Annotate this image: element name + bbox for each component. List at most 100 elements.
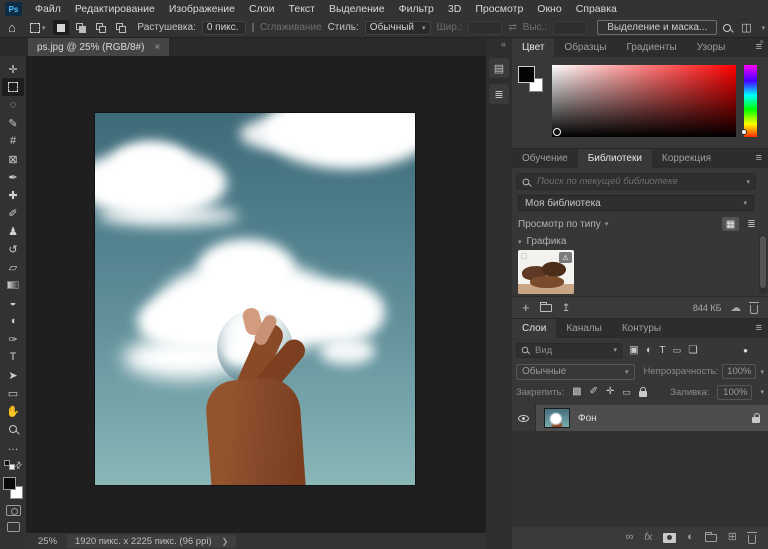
menu-file[interactable]: Файл <box>28 0 68 18</box>
layer-name[interactable]: Фон <box>578 413 597 424</box>
panel-menu-icon[interactable]: ≡ <box>756 42 762 53</box>
foreground-color-swatch[interactable] <box>518 66 535 83</box>
dodge-tool[interactable]: ◖ <box>2 312 24 330</box>
chevron-down-icon[interactable]: ▾ <box>746 178 750 186</box>
edit-toolbar-button[interactable]: … <box>2 438 24 456</box>
panel-menu-icon[interactable]: ≡ <box>756 153 762 164</box>
add-asset-icon[interactable]: + <box>522 300 530 315</box>
chevron-right-icon[interactable]: ❯ <box>222 537 229 546</box>
layer-filter-input[interactable] <box>533 344 609 357</box>
add-selection-icon[interactable] <box>73 20 89 35</box>
type-tool[interactable]: T <box>2 348 24 366</box>
swap-dimensions-icon[interactable]: ⇄ <box>508 22 516 33</box>
blend-mode-dropdown[interactable]: Обычные ▾ <box>516 364 635 380</box>
home-icon[interactable]: ⌂ <box>8 20 16 35</box>
blur-tool[interactable]: ◒ <box>2 294 24 312</box>
close-icon[interactable]: × <box>154 42 160 53</box>
foreground-background-swatches[interactable] <box>2 477 24 499</box>
history-panel-icon[interactable]: ▤ <box>489 58 509 78</box>
graphics-section-header[interactable]: ▾ Графика <box>518 236 566 247</box>
layer-filter-type[interactable]: ▾ <box>516 343 622 358</box>
saturation-field[interactable] <box>552 65 736 137</box>
quick-mask-button[interactable] <box>6 505 21 516</box>
new-group-icon[interactable] <box>705 534 717 542</box>
search-icon[interactable] <box>723 24 731 32</box>
menu-view[interactable]: Просмотр <box>468 0 530 18</box>
lock-all-icon[interactable] <box>639 391 647 397</box>
tab-learn[interactable]: Обучение <box>512 149 578 168</box>
layer-thumbnail[interactable] <box>544 408 570 428</box>
select-and-mask-button[interactable]: Выделение и маска... <box>597 20 717 35</box>
tab-layers[interactable]: Слои <box>512 319 556 338</box>
lasso-tool[interactable]: ◌ <box>2 96 24 114</box>
filter-adjustment-layers-icon[interactable]: ◐ <box>646 345 652 356</box>
rectangular-marquee-tool[interactable] <box>2 78 24 96</box>
lock-transparency-icon[interactable]: ▩ <box>572 387 581 397</box>
chevron-down-icon[interactable]: ▾ <box>760 368 764 376</box>
adjustment-layer-icon[interactable]: ◐ <box>687 532 694 543</box>
clone-stamp-tool[interactable]: ♟ <box>2 222 24 240</box>
view-by-label[interactable]: Просмотр по типу <box>518 219 601 230</box>
fill-input[interactable]: 100% <box>717 385 752 400</box>
feather-input[interactable]: 0 пикс. <box>202 21 246 35</box>
hue-slider-handle[interactable] <box>741 129 747 135</box>
tab-color[interactable]: Цвет <box>512 38 554 57</box>
antialias-checkbox[interactable] <box>252 23 254 32</box>
filter-pixel-layers-icon[interactable]: ▣ <box>629 345 639 356</box>
active-tool-preset[interactable]: ▾ <box>30 23 46 33</box>
visibility-toggle[interactable] <box>512 405 536 431</box>
grid-view-icon[interactable]: ▦ <box>722 217 739 231</box>
path-select-tool[interactable]: ➤ <box>2 366 24 384</box>
color-picker-handle[interactable] <box>553 128 561 136</box>
menu-select[interactable]: Выделение <box>322 0 392 18</box>
tab-gradients[interactable]: Градиенты <box>616 38 686 57</box>
tab-paths[interactable]: Контуры <box>612 319 671 338</box>
crop-tool[interactable]: # <box>2 132 24 150</box>
zoom-tool[interactable] <box>2 420 24 438</box>
library-search-field[interactable]: ▾ <box>516 173 756 190</box>
tab-libraries[interactable]: Библиотеки <box>578 149 652 168</box>
workspace-icon[interactable]: ◫ <box>741 21 751 34</box>
chevron-down-icon[interactable]: ▾ <box>605 220 609 228</box>
style-dropdown[interactable]: Обычный ▾ <box>365 21 431 35</box>
menu-edit[interactable]: Редактирование <box>68 0 162 18</box>
eyedropper-tool[interactable]: ✒ <box>2 168 24 186</box>
subtract-selection-icon[interactable] <box>93 20 109 35</box>
screen-mode-button[interactable] <box>7 522 20 532</box>
layer-locked-icon[interactable] <box>752 417 760 423</box>
quick-selection-tool[interactable]: ✎ <box>2 114 24 132</box>
menu-type[interactable]: Текст <box>282 0 322 18</box>
menu-help[interactable]: Справка <box>569 0 624 18</box>
eraser-tool[interactable]: ▱ <box>2 258 24 276</box>
filter-shape-layers-icon[interactable]: ▭ <box>673 346 682 355</box>
menu-image[interactable]: Изображение <box>162 0 242 18</box>
properties-panel-icon[interactable]: ≣ <box>489 84 509 104</box>
default-and-swap-colors[interactable]: ⇄ <box>2 456 24 474</box>
tab-swatches[interactable]: Образцы <box>554 38 616 57</box>
zoom-level[interactable]: 25% <box>38 536 57 547</box>
library-search-input[interactable] <box>535 175 741 188</box>
foreground-color-swatch[interactable] <box>3 477 16 490</box>
frame-tool[interactable]: ⊠ <box>2 150 24 168</box>
history-brush-tool[interactable]: ↺ <box>2 240 24 258</box>
width-input[interactable] <box>468 21 502 35</box>
layer-style-icon[interactable]: fx <box>644 532 652 543</box>
menu-filter[interactable]: Фильтр <box>392 0 441 18</box>
new-group-folder-icon[interactable] <box>540 304 552 312</box>
menu-layers[interactable]: Слои <box>242 0 282 18</box>
document-info[interactable]: 1920 пикс. x 2225 пикс. (96 ppi) ❯ <box>67 535 236 548</box>
layer-row[interactable]: Фон <box>512 405 768 431</box>
trash-icon[interactable] <box>750 305 758 314</box>
move-tool[interactable]: ✛ <box>2 60 24 78</box>
pen-tool[interactable]: ✑ <box>2 330 24 348</box>
healing-brush-tool[interactable]: ✚ <box>2 186 24 204</box>
lock-pixels-icon[interactable]: ✐ <box>590 387 598 397</box>
upload-icon[interactable]: ↥ <box>562 302 571 314</box>
shape-tool[interactable]: ▭ <box>2 384 24 402</box>
link-layers-icon[interactable]: ∞ <box>626 532 634 543</box>
library-select[interactable]: Моя библиотека ▾ <box>518 195 754 211</box>
hue-slider[interactable] <box>744 65 757 137</box>
intersect-selection-icon[interactable] <box>113 20 129 35</box>
opacity-input[interactable]: 100% <box>722 364 756 379</box>
cloud-sync-icon[interactable]: ☁ <box>731 302 742 314</box>
